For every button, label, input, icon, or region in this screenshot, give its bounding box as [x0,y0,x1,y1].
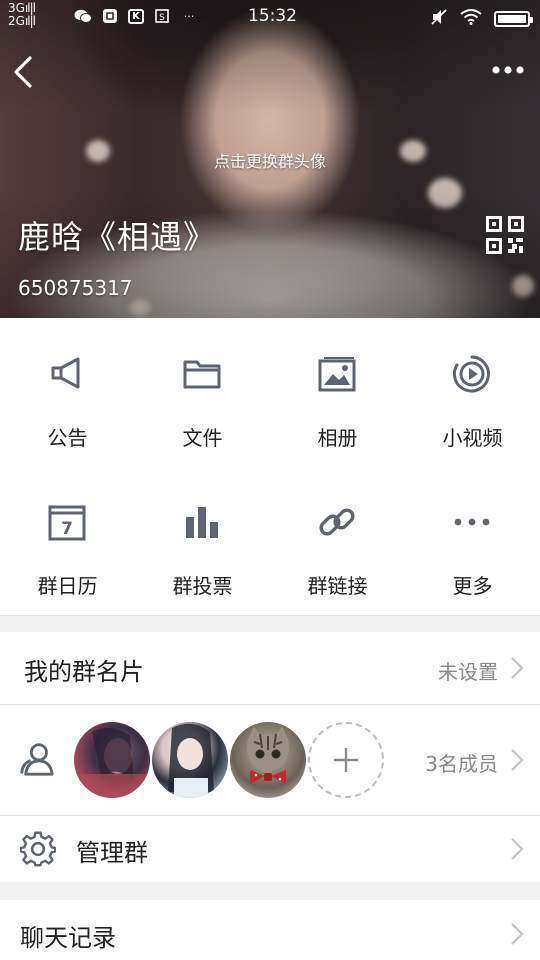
member-photo [168,723,214,798]
add-member-button[interactable] [308,722,384,798]
chevron-right-icon [511,838,524,860]
clock: 15:32 [248,6,297,26]
chevron-left-icon [14,56,32,88]
announcement-label: 公告 [47,426,88,450]
group-poll-button[interactable]: 群投票 [135,466,270,614]
video-icon [452,355,490,393]
group-link-label: 群链接 [307,574,368,598]
link-icon [319,508,355,536]
screenshot-icon: S [153,8,171,24]
chevron-right-icon [511,749,524,771]
back-button[interactable] [10,52,40,92]
qr-code-button[interactable] [486,216,524,254]
member-photo [74,727,150,798]
more-features-button[interactable]: 更多 [405,466,540,614]
network-indicator: 3Gıl|l 2Gıl|l [8,1,36,28]
announcement-button[interactable]: 公告 [0,318,135,466]
chat-history-title: 聊天记录 [20,924,116,952]
group-calendar-label: 群日历 [37,574,98,598]
my-group-card-row[interactable]: 我的群名片 未设置 [0,632,540,704]
members-icon [20,743,54,776]
calendar-day: 7 [61,519,73,539]
chevron-right-icon [511,657,524,679]
more-notifications-icon: ··· [183,9,195,23]
member-count: 3名成员 [425,752,498,776]
my-group-card-value: 未设置 [438,660,498,684]
manage-group-row[interactable]: 管理群 [0,816,540,882]
manage-group-title: 管理群 [76,839,148,867]
divider [0,615,540,616]
album-button[interactable]: 相册 [270,318,405,466]
app-box-icon [101,8,119,24]
short-video-button[interactable]: 小视频 [405,318,540,466]
more-features-label: 更多 [452,574,493,598]
album-icon [318,357,356,392]
group-calendar-button[interactable]: 7 群日历 [0,466,135,614]
group-id: 650875317 [18,276,133,300]
wifi-icon [460,9,482,29]
short-video-label: 小视频 [442,426,503,450]
calendar-icon: 7 [48,505,86,541]
member-avatar[interactable] [230,722,306,798]
qr-code-icon [486,216,524,254]
network-bottom: 2G [8,14,25,28]
plus-icon [334,748,358,772]
member-avatar[interactable] [74,722,150,798]
network-top: 3G [8,1,25,15]
more-options-button[interactable] [490,60,526,80]
group-name: 鹿晗《相遇》 [18,218,217,256]
group-link-button[interactable]: 群链接 [270,466,405,614]
chevron-right-icon [511,923,524,945]
battery-icon [494,11,533,27]
svg-text:S: S [159,13,165,23]
album-label: 相册 [317,426,358,450]
more-dots-icon [492,66,524,74]
member-photo [246,726,290,774]
chat-history-row[interactable]: 聊天记录 [0,900,540,960]
status-bar: 3Gıl|l 2Gıl|l K S ··· 15:32 [0,0,540,34]
poll-icon [186,507,218,538]
my-group-card-title: 我的群名片 [24,658,144,686]
more-icon [454,518,490,526]
bow-tie-icon [250,770,286,784]
folder-icon [183,360,221,389]
members-row[interactable]: 3名成员 [0,705,540,815]
group-poll-label: 群投票 [172,574,233,598]
k-app-icon: K [128,8,144,24]
files-label: 文件 [182,426,223,450]
gear-icon [20,831,56,867]
group-functions-grid: 公告 文件 相册 小视频 7 群日历 群投票 群链接 更多 [0,318,540,615]
member-avatar[interactable] [152,722,228,798]
group-header: 3Gıl|l 2Gıl|l K S ··· 15:32 点击更换群头像 鹿晗《相… [0,0,540,318]
mute-icon [430,8,448,30]
files-button[interactable]: 文件 [135,318,270,466]
wechat-icon [74,8,92,24]
change-avatar-hint[interactable]: 点击更换群头像 [0,148,540,172]
megaphone-icon [51,357,80,389]
